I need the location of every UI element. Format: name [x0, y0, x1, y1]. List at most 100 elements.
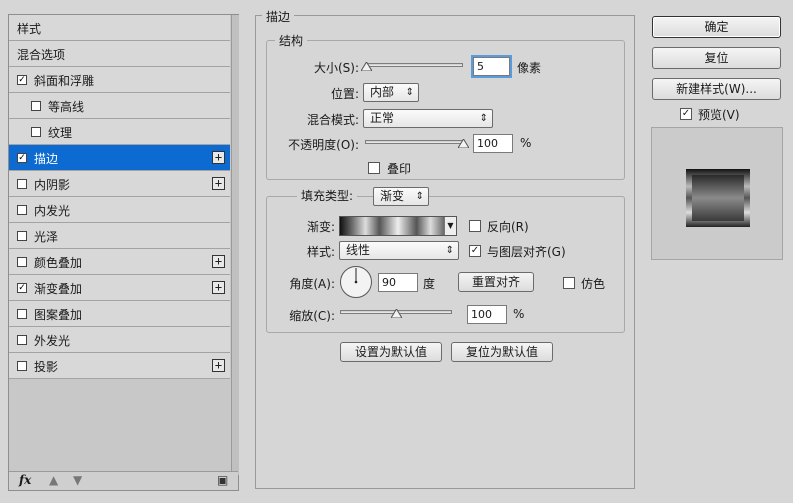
- style-item[interactable]: 等高线: [9, 93, 230, 119]
- scale-label: 缩放(C):: [289, 309, 335, 323]
- structure-title: 结构: [275, 32, 308, 49]
- reset-default-button[interactable]: 复位为默认值: [451, 342, 553, 362]
- style-item[interactable]: 内发光: [9, 197, 230, 223]
- position-select[interactable]: 内部 ⇕: [363, 83, 419, 102]
- align-with-layer-label: 与图层对齐(G): [487, 245, 566, 259]
- style-item-label: 投影: [34, 360, 59, 374]
- style-item[interactable]: 投影 +: [9, 353, 230, 379]
- scale-slider-thumb[interactable]: [390, 309, 402, 318]
- style-item-label: 图案叠加: [34, 308, 83, 322]
- fill-group: 填充类型: 渐变 ⇕ 渐变: ▼ 反向(R) 样式: 线性 ⇕ ✓ 与图层对齐(G)…: [266, 187, 625, 333]
- style-item-label: 渐变叠加: [34, 282, 83, 296]
- styles-list-panel: 样式混合选项 ✓ 斜面和浮雕等高线纹理 ✓ 描边 + 内阴影 + 内发光光泽颜色叠加 + ✓ 渐变叠加…: [8, 14, 239, 491]
- opacity-slider-track[interactable]: [365, 140, 463, 144]
- style-item-checkbox[interactable]: [17, 257, 27, 267]
- style-item[interactable]: 光泽: [9, 223, 230, 249]
- angle-input[interactable]: 90: [378, 273, 418, 292]
- scale-input[interactable]: 100: [467, 305, 507, 324]
- opacity-label: 不透明度(O):: [288, 138, 359, 152]
- style-item-checkbox[interactable]: [17, 309, 27, 319]
- styles-footer: fx ▲ ▼ ▣: [9, 471, 238, 490]
- fill-type-select[interactable]: 渐变 ⇕: [373, 187, 429, 206]
- style-item[interactable]: ✓ 渐变叠加 +: [9, 275, 230, 301]
- style-item-label: 样式: [17, 22, 42, 36]
- size-label: 大小(S):: [313, 61, 359, 75]
- style-item-checkbox[interactable]: [17, 231, 27, 241]
- style-item-label: 描边: [34, 152, 59, 166]
- style-item-label: 外发光: [34, 334, 71, 348]
- add-style-icon[interactable]: +: [212, 359, 225, 372]
- dither-label: 仿色: [581, 277, 606, 291]
- reverse-checkbox[interactable]: [469, 220, 481, 232]
- opacity-input[interactable]: 100: [473, 134, 513, 153]
- reset-alignment-button[interactable]: 重置对齐: [458, 272, 534, 292]
- reset-button[interactable]: 复位: [652, 47, 781, 69]
- preview-swatch: [686, 169, 750, 227]
- gradient-swatch[interactable]: ▼: [339, 216, 457, 236]
- updown-icon: ⇕: [445, 245, 454, 256]
- style-select[interactable]: 线性 ⇕: [339, 241, 459, 260]
- style-item[interactable]: 混合选项: [9, 41, 230, 67]
- blend-mode-select[interactable]: 正常 ⇕: [363, 109, 493, 128]
- scrollbar[interactable]: [231, 15, 239, 475]
- style-item-checkbox[interactable]: ✓: [17, 75, 27, 85]
- opacity-slider-thumb[interactable]: [457, 139, 469, 148]
- style-item-label: 颜色叠加: [34, 256, 83, 270]
- size-slider-thumb[interactable]: [361, 62, 373, 71]
- style-item-checkbox[interactable]: [31, 127, 41, 137]
- stroke-panel: 描边 结构 大小(S): 5 像素 位置: 内部 ⇕ 混合模式: 正常 ⇕ 不透明度…: [255, 8, 635, 489]
- chevron-down-icon[interactable]: ▼: [444, 217, 456, 235]
- stroke-title: 描边: [262, 8, 295, 25]
- ok-button[interactable]: 确定: [652, 16, 781, 38]
- style-item-checkbox[interactable]: [17, 179, 27, 189]
- blend-mode-value: 正常: [370, 111, 395, 125]
- preview-checkbox[interactable]: ✓: [680, 108, 692, 120]
- updown-icon: ⇕: [415, 191, 424, 202]
- set-default-button[interactable]: 设置为默认值: [340, 342, 442, 362]
- add-style-icon[interactable]: +: [212, 177, 225, 190]
- overprint-label: 叠印: [387, 162, 412, 176]
- add-style-icon[interactable]: +: [212, 151, 225, 164]
- style-item-checkbox[interactable]: ✓: [17, 283, 27, 293]
- size-slider-track[interactable]: [365, 63, 463, 67]
- overprint-checkbox[interactable]: [368, 162, 380, 174]
- scale-unit: %: [513, 307, 525, 321]
- style-item-checkbox[interactable]: [31, 101, 41, 111]
- preview-label: 预览(V): [698, 108, 740, 122]
- style-item-checkbox[interactable]: [17, 205, 27, 215]
- style-item-label: 内发光: [34, 204, 71, 218]
- add-style-icon[interactable]: +: [212, 281, 225, 294]
- new-style-button[interactable]: 新建样式(W)...: [652, 78, 781, 100]
- angle-label: 角度(A):: [289, 277, 335, 291]
- style-item[interactable]: ✓ 斜面和浮雕: [9, 67, 230, 93]
- arrow-up-icon[interactable]: ▲: [49, 473, 58, 487]
- style-item[interactable]: 颜色叠加 +: [9, 249, 230, 275]
- fill-type-legend: 填充类型:: [297, 187, 358, 207]
- style-item-checkbox[interactable]: [17, 361, 27, 371]
- opacity-unit: %: [520, 136, 532, 150]
- arrow-down-icon[interactable]: ▼: [73, 473, 82, 487]
- style-item[interactable]: 外发光: [9, 327, 230, 353]
- style-item-checkbox[interactable]: ✓: [17, 153, 27, 163]
- style-item-label: 纹理: [48, 126, 73, 140]
- style-item[interactable]: 样式: [9, 15, 230, 41]
- angle-dial[interactable]: [339, 265, 373, 299]
- align-with-layer-checkbox[interactable]: ✓: [469, 245, 481, 257]
- style-item[interactable]: ✓ 描边 +: [9, 145, 230, 171]
- style-preview-box: [651, 127, 783, 260]
- updown-icon: ⇕: [405, 87, 414, 98]
- trash-icon[interactable]: ▣: [217, 473, 228, 487]
- structure-group: 结构 大小(S): 5 像素 位置: 内部 ⇕ 混合模式: 正常 ⇕ 不透明度(O)…: [266, 32, 625, 180]
- style-item-label: 内阴影: [34, 178, 71, 192]
- style-item-label: 等高线: [48, 100, 85, 114]
- style-item[interactable]: 图案叠加: [9, 301, 230, 327]
- add-style-icon[interactable]: +: [212, 255, 225, 268]
- position-value: 内部: [370, 85, 395, 99]
- dither-checkbox[interactable]: [563, 277, 575, 289]
- style-item[interactable]: 纹理: [9, 119, 230, 145]
- fill-type-value: 渐变: [380, 189, 405, 203]
- size-input[interactable]: 5: [473, 57, 510, 76]
- style-item[interactable]: 内阴影 +: [9, 171, 230, 197]
- style-item-checkbox[interactable]: [17, 335, 27, 345]
- fx-button[interactable]: fx: [19, 473, 31, 487]
